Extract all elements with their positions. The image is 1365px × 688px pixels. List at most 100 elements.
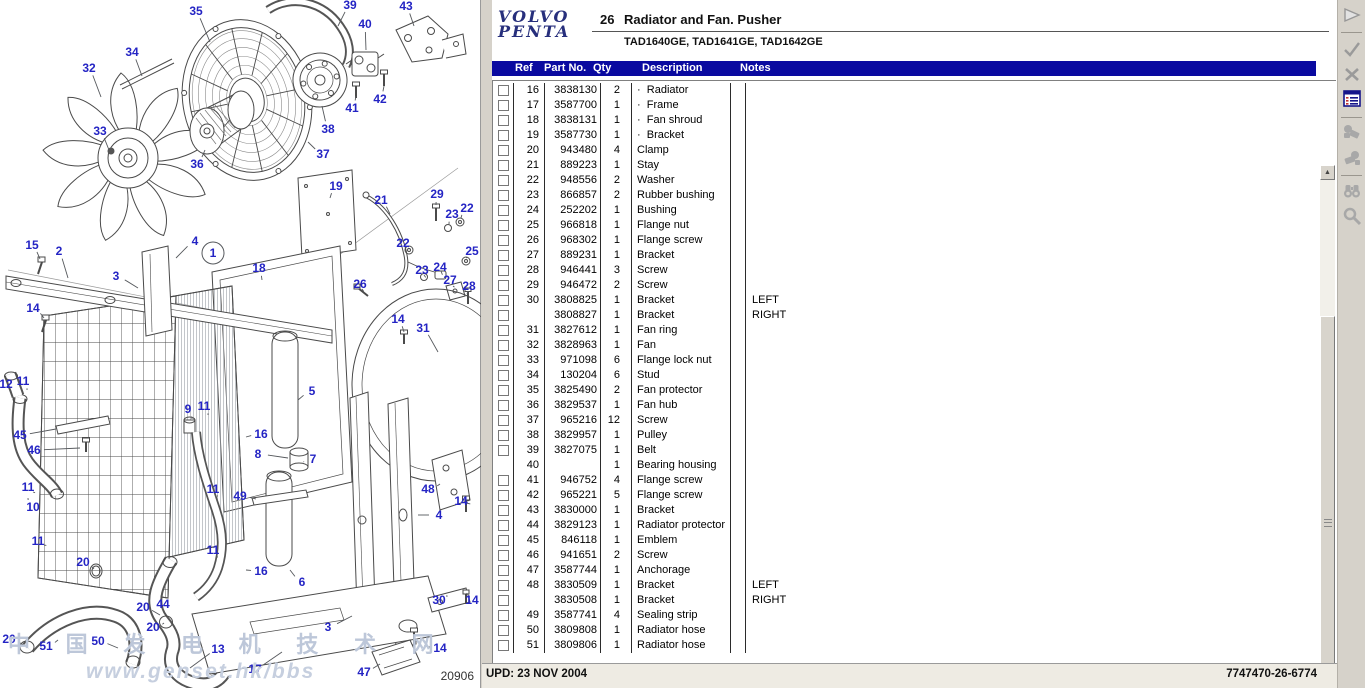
table-row[interactable]: 3538254902Fan protector (493, 383, 1319, 398)
table-row[interactable]: 218892231Stay (493, 158, 1319, 173)
connect-icon[interactable] (1341, 121, 1363, 143)
row-checkbox[interactable] (498, 205, 509, 216)
row-checkbox[interactable] (498, 220, 509, 231)
callout-11[interactable]: 11 (32, 534, 45, 548)
row-checkbox[interactable] (498, 370, 509, 381)
table-row[interactable]: 38305081BracketRIGHT (493, 593, 1319, 608)
confirm-icon[interactable] (1341, 38, 1363, 60)
row-checkbox[interactable] (498, 175, 509, 186)
callout-11[interactable]: 11 (198, 399, 211, 413)
callout-27[interactable]: 27 (443, 273, 457, 287)
table-row[interactable]: 429652215Flange screw (493, 488, 1319, 503)
row-checkbox[interactable] (498, 565, 509, 576)
table-row[interactable]: 3838299571Pulley (493, 428, 1319, 443)
callout-23[interactable]: 23 (415, 263, 429, 277)
callout-37[interactable]: 37 (316, 147, 330, 161)
callout-20[interactable]: 20 (136, 600, 150, 614)
column-header-ref[interactable]: Ref (515, 62, 533, 74)
row-checkbox[interactable] (498, 445, 509, 456)
callout-25[interactable]: 25 (465, 244, 479, 258)
row-checkbox[interactable] (498, 130, 509, 141)
row-checkbox[interactable] (498, 145, 509, 156)
callout-28[interactable]: 28 (462, 279, 476, 293)
callout-11[interactable]: 11 (207, 482, 220, 496)
row-checkbox[interactable] (498, 355, 509, 366)
zoom-tool-icon[interactable] (1341, 205, 1363, 227)
table-row[interactable]: 299464722Screw (493, 278, 1319, 293)
table-row[interactable]: 229485562Washer (493, 173, 1319, 188)
table-row[interactable]: 458461181Emblem (493, 533, 1319, 548)
table-row[interactable]: 3638295371Fan hub (493, 398, 1319, 413)
callout-38[interactable]: 38 (321, 122, 335, 136)
column-header-qty[interactable]: Qty (593, 62, 611, 74)
row-checkbox[interactable] (498, 190, 509, 201)
row-checkbox[interactable] (498, 580, 509, 591)
callout-32[interactable]: 32 (82, 61, 96, 75)
column-header-notes[interactable]: Notes (740, 62, 771, 74)
callout-16[interactable]: 16 (254, 564, 268, 578)
table-row[interactable]: 289464413Screw (493, 263, 1319, 278)
row-checkbox[interactable] (498, 640, 509, 651)
row-checkbox[interactable] (498, 265, 509, 276)
table-row[interactable]: 242522021Bushing (493, 203, 1319, 218)
row-checkbox[interactable] (498, 520, 509, 531)
row-checkbox[interactable] (498, 610, 509, 621)
table-row[interactable]: 3938270751Belt (493, 443, 1319, 458)
navigate-forward-icon[interactable] (1341, 4, 1363, 26)
callout-26[interactable]: 26 (353, 277, 367, 291)
table-row[interactable]: 269683021Flange screw (493, 233, 1319, 248)
callout-11[interactable]: 11 (207, 543, 220, 557)
callout-40[interactable]: 40 (358, 17, 372, 31)
row-checkbox[interactable] (498, 115, 509, 126)
row-checkbox[interactable] (498, 160, 509, 171)
table-row[interactable]: 4338300001Bracket (493, 503, 1319, 518)
callout-4[interactable]: 4 (192, 234, 199, 248)
cancel-icon[interactable] (1341, 63, 1363, 85)
row-checkbox[interactable] (498, 415, 509, 426)
callout-18[interactable]: 18 (252, 261, 266, 275)
table-row[interactable]: 341302046Stud (493, 368, 1319, 383)
row-checkbox[interactable] (498, 235, 509, 246)
callout-2[interactable]: 2 (56, 244, 63, 258)
table-row[interactable]: 469416512Screw (493, 548, 1319, 563)
callout-10[interactable]: 10 (26, 500, 40, 514)
row-checkbox[interactable] (498, 475, 509, 486)
row-checkbox[interactable] (498, 385, 509, 396)
callout-39[interactable]: 39 (343, 0, 357, 12)
table-row[interactable]: 419467524Flange screw (493, 473, 1319, 488)
table-row[interactable]: 401Bearing housing (493, 458, 1319, 473)
table-row[interactable]: 3138276121Fan ring (493, 323, 1319, 338)
callout-14[interactable]: 14 (26, 301, 40, 315)
table-row[interactable]: 3038088251BracketLEFT (493, 293, 1319, 308)
callout-14[interactable]: 14 (454, 494, 468, 508)
row-checkbox[interactable] (498, 550, 509, 561)
row-checkbox[interactable] (498, 280, 509, 291)
callout-34[interactable]: 34 (125, 45, 139, 59)
callout-31[interactable]: 31 (416, 321, 430, 335)
table-row[interactable]: 339710986Flange lock nut (493, 353, 1319, 368)
callout-22[interactable]: 22 (460, 201, 474, 215)
callout-45[interactable]: 45 (13, 428, 27, 442)
row-checkbox[interactable] (498, 85, 509, 96)
table-row[interactable]: 38088271BracketRIGHT (493, 308, 1319, 323)
row-checkbox[interactable] (498, 340, 509, 351)
table-row[interactable]: 3238289631Fan (493, 338, 1319, 353)
callout-4[interactable]: 4 (436, 508, 443, 522)
row-checkbox[interactable] (498, 430, 509, 441)
callout-23[interactable]: 23 (445, 207, 459, 221)
table-row[interactable]: 1935877301· Bracket (493, 128, 1319, 143)
row-checkbox[interactable] (498, 505, 509, 516)
callout-16[interactable]: 16 (254, 427, 268, 441)
callout-11[interactable]: 11 (17, 374, 30, 388)
callout-8[interactable]: 8 (255, 447, 262, 461)
table-row[interactable]: 4735877441Anchorage (493, 563, 1319, 578)
callout-41[interactable]: 41 (345, 101, 359, 115)
column-header-description[interactable]: Description (642, 62, 703, 74)
callout-6[interactable]: 6 (299, 575, 306, 589)
callout-3[interactable]: 3 (113, 269, 120, 283)
callout-36[interactable]: 36 (190, 157, 204, 171)
row-checkbox[interactable] (498, 595, 509, 606)
table-row[interactable]: 5038098081Radiator hose (493, 623, 1319, 638)
table-row[interactable]: 4838305091BracketLEFT (493, 578, 1319, 593)
row-checkbox[interactable] (498, 325, 509, 336)
